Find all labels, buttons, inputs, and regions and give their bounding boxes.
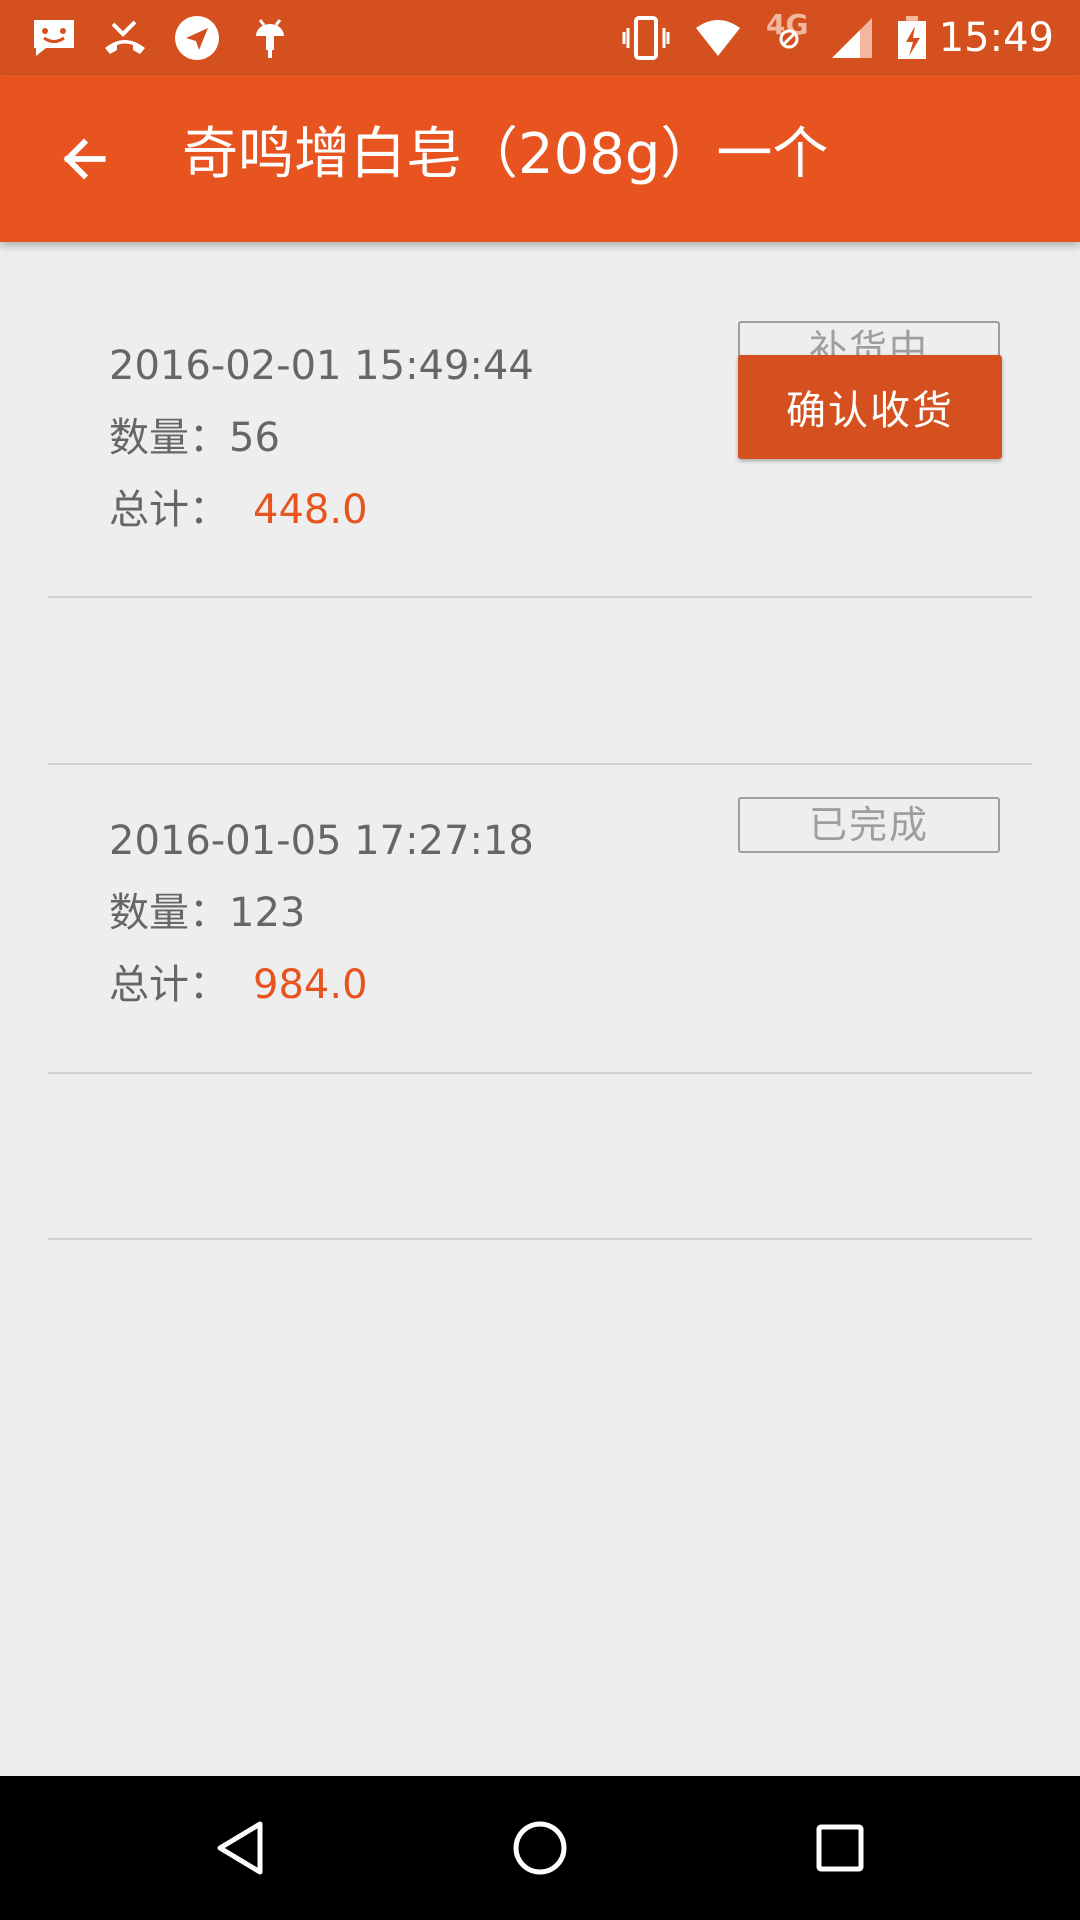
order-total: 总计： 984.0 (109, 959, 368, 1011)
data-disabled-icon (779, 29, 799, 49)
wifi-icon (696, 20, 740, 56)
home-circle-icon (513, 1821, 567, 1875)
total-value: 448.0 (253, 487, 368, 533)
order-action-row: 确认收货 (0, 355, 1080, 764)
quantity-label: 数量： (109, 415, 229, 461)
order-total: 总计： 448.0 (109, 484, 368, 536)
nav-back-button[interactable] (190, 1798, 290, 1898)
order-item[interactable]: 2016-01-05 17:27:18 数量：123 总计： 984.0 已完成 (0, 765, 1080, 1071)
send-icon (175, 16, 219, 60)
back-button[interactable] (42, 117, 126, 201)
order-quantity: 数量：56 (109, 412, 280, 464)
page-title: 奇鸣增白皂（208g）一个 (182, 122, 829, 187)
status-bar: 4G 15:49 (0, 0, 1080, 75)
app-bar: 奇鸣增白皂（208g）一个 (0, 75, 1080, 242)
divider (48, 1238, 1032, 1240)
confirm-receipt-button[interactable]: 确认收货 (738, 355, 1002, 459)
mobile-data-icon: 4G (764, 8, 816, 49)
battery-charging-icon (898, 16, 926, 59)
chat-notification-icon (34, 20, 74, 56)
order-quantity: 数量：123 (109, 887, 305, 939)
quantity-value: 123 (229, 890, 306, 936)
arrow-back-icon (63, 138, 106, 180)
recents-square-icon (816, 1824, 864, 1872)
quantity-value: 56 (229, 415, 280, 461)
cell-signal-icon (832, 18, 872, 58)
total-value: 984.0 (253, 962, 368, 1008)
order-datetime: 2016-02-01 15:49:44 (109, 343, 534, 389)
status-badge: 已完成 (738, 797, 1000, 853)
nav-recents-button[interactable] (790, 1798, 890, 1898)
status-time: 15:49 (938, 15, 1054, 61)
quantity-label: 数量： (109, 890, 229, 936)
total-label: 总计： (109, 487, 229, 533)
order-datetime: 2016-01-05 17:27:18 (109, 818, 534, 864)
order-action-row (0, 1074, 1080, 1238)
nav-home-button[interactable] (490, 1798, 590, 1898)
total-label: 总计： (109, 962, 229, 1008)
missed-call-icon (105, 20, 145, 54)
vibrate-icon (622, 16, 670, 60)
screen: 4G 15:49 奇鸣增白皂（208g）一个 2016-02-01 15:49:… (0, 0, 1080, 1920)
android-debug-icon (256, 19, 284, 58)
navigation-bar (0, 1776, 1080, 1920)
back-triangle-icon (217, 1821, 263, 1875)
